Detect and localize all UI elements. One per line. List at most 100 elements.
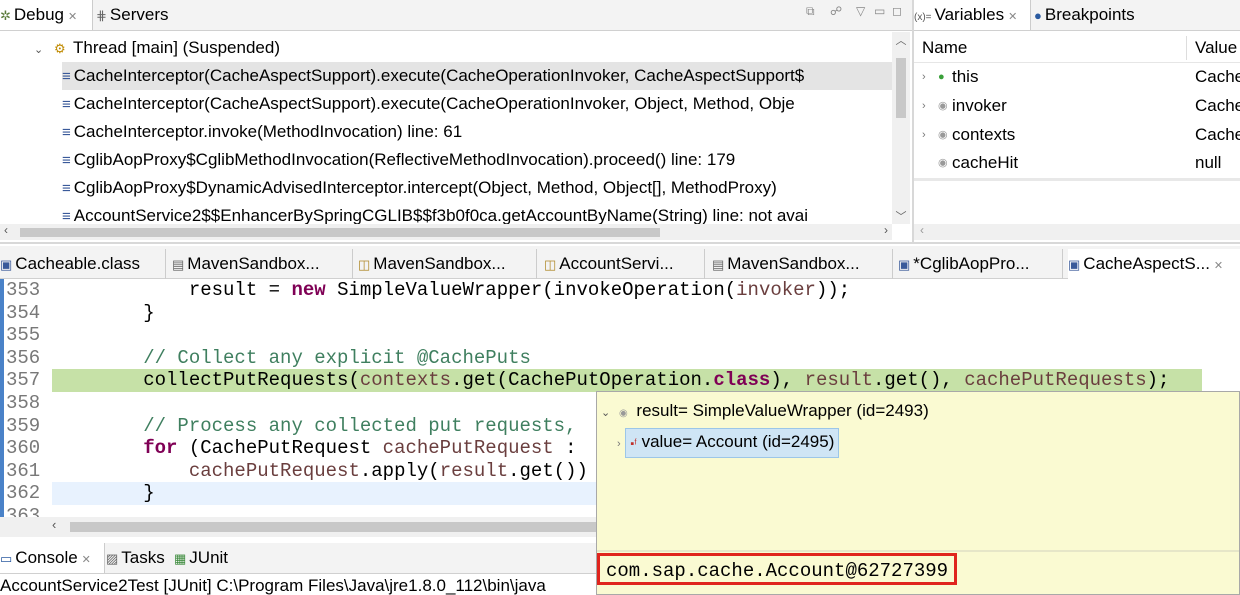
scroll-thumb[interactable] [896,58,906,118]
java-source-icon: ◫ [544,257,557,272]
frame-icon: ≡ [62,208,71,224]
servers-icon: ⋕ [96,8,107,23]
view-menu-icon[interactable]: ☍ [830,4,842,18]
editor-tab[interactable]: ◫ AccountServi... [544,249,705,279]
close-icon[interactable]: ✕ [68,11,77,23]
close-icon[interactable]: ✕ [1214,260,1223,272]
editor-tab[interactable]: ▤ MavenSandbox... [172,249,353,279]
variables-hscrollbar[interactable]: ‹ [914,223,1240,240]
scroll-left-icon[interactable]: ‹ [4,223,8,237]
tab-debug[interactable]: ✲ Debug ✕ [0,0,93,30]
editor-tab[interactable]: ▤ MavenSandbox... [712,249,893,279]
private-field-icon: ▪ᶠ [630,438,637,450]
editor-tab-active[interactable]: ▣ CacheAspectS... ✕ [1068,249,1240,279]
code-comment[interactable]: // Process any collected put requests, [52,415,576,438]
thread-node[interactable]: ⌄ ⚙ Thread [main] (Suspended) [34,35,280,61]
java-source-icon: ◫ [358,257,371,272]
line-number: 363 [6,505,41,517]
frame-icon: ≡ [62,124,71,141]
code-line-current[interactable]: collectPutRequests(contexts.get(CachePut… [52,369,1169,392]
popup-root-node[interactable]: ⌄ ◉ result= SimpleValueWrapper (id=2493) [601,398,929,424]
code-line[interactable]: result = new SimpleValueWrapper(invokeOp… [52,279,850,302]
class-file-icon: ▣ [1068,257,1081,272]
line-number: 356 [6,347,41,369]
maximize-icon[interactable]: ◻ [892,4,902,18]
popup-child-node[interactable]: › ▪ᶠ value= Account (id=2495) [617,428,840,458]
column-value-header[interactable]: Value [1195,34,1237,62]
line-number: 353 [6,279,41,301]
expand-chevron-icon[interactable]: › [922,92,926,120]
editor-top-border [0,242,1240,244]
thread-label: Thread [main] (Suspended) [73,38,280,57]
editor-hscrollbar[interactable]: ‹ [0,517,600,537]
code-line[interactable]: cachePutRequest.apply(result.get()) [52,460,588,483]
editor-tab[interactable]: ▣ Cacheable.class [0,249,166,279]
scroll-left-icon[interactable]: ‹ [52,517,56,532]
stack-frame[interactable]: ≡ CacheInterceptor.invoke(MethodInvocatio… [62,118,462,146]
stack-frame[interactable]: ≡ CacheInterceptor(CacheAspectSupport).ex… [62,62,894,90]
scroll-down-icon[interactable]: ﹀ [892,208,910,224]
scroll-left-icon[interactable]: ‹ [920,223,924,237]
popup-detail-value[interactable]: com.sap.cache.Account@62727399 [597,553,958,585]
debug-vscrollbar[interactable]: ︿ ﹀ [892,32,910,224]
variable-row[interactable]: ◉ cacheHit null [914,149,1240,177]
frame-icon: ≡ [62,180,71,197]
scroll-thumb[interactable] [70,522,598,532]
code-comment[interactable]: // Collect any explicit @CachePuts [52,347,531,370]
variable-row[interactable]: › ◉ contexts Cache [914,121,1240,149]
private-field-selected[interactable]: ▪ᶠ value= Account (id=2495) [625,428,840,458]
variables-icon: (x)= [914,12,932,23]
frame-icon: ≡ [62,68,71,85]
stack-frame[interactable]: ≡ CglibAopProxy$CglibMethodInvocation(Ref… [62,146,735,174]
view-toolbar: ⧉ ☍ ▽ ▭ ◻ [800,4,908,24]
debug-hscrollbar[interactable]: ‹ › [0,223,892,240]
stack-frame[interactable]: ≡ CglibAopProxy$DynamicAdvisedInterceptor… [62,174,894,202]
scroll-right-icon[interactable]: › [884,223,888,237]
scroll-up-icon[interactable]: ︿ [892,32,910,48]
variables-detail-pane[interactable] [914,178,1240,227]
minimize-icon[interactable]: ▭ [874,4,885,18]
line-number: 360 [6,437,41,459]
expand-chevron-icon[interactable]: › [922,63,926,91]
editor-tab[interactable]: ▣ *CglibAopPro... [898,249,1063,279]
code-line[interactable]: } [52,482,154,505]
expand-chevron-icon[interactable]: ⌄ [34,44,43,56]
stack-frame[interactable]: ≡ CacheInterceptor(CacheAspectSupport).ex… [62,90,894,118]
close-icon[interactable]: ✕ [1008,11,1017,23]
close-icon[interactable]: ✕ [82,554,91,566]
tab-breakpoints[interactable]: ● Breakpoints [1034,0,1160,30]
code-line[interactable]: for (CachePutRequest cachePutRequest : [52,437,576,460]
variable-row[interactable]: › ◉ invoker Cache [914,92,1240,120]
scroll-thumb[interactable] [20,228,660,237]
expand-chevron-icon[interactable]: › [922,121,926,149]
column-name-header[interactable]: Name [922,34,967,62]
stack-frame[interactable]: ≡ AccountService2$$EnhancerBySpringCGLIB$… [62,202,894,224]
tab-servers[interactable]: ⋕ Servers [96,0,178,30]
variable-row[interactable]: › ● this Cache [914,63,1240,91]
java-file-icon: ▤ [712,257,725,272]
frame-icon: ≡ [62,152,71,169]
dropdown-icon[interactable]: ▽ [856,4,865,18]
tab-variables[interactable]: (x)= Variables ✕ [914,0,1031,30]
expand-chevron-icon[interactable]: ⌄ [601,407,610,419]
public-field-icon: ● [938,71,945,83]
tab-junit[interactable]: ▦ JUnit [174,543,240,573]
expand-chevron-icon[interactable]: › [617,438,621,450]
column-divider[interactable] [1186,36,1187,60]
line-number: 354 [6,302,41,324]
thread-icon: ⚙ [53,41,66,56]
inspect-popup[interactable]: ⌄ ◉ result= SimpleValueWrapper (id=2493)… [596,391,1240,595]
frame-icon: ≡ [62,96,71,113]
local-variable-icon: ◉ [938,129,948,141]
tab-console[interactable]: ▭ Console ✕ [0,543,105,573]
variables-header: Name Value [914,34,1240,63]
popup-detail-divider[interactable] [597,550,1239,552]
editor-tab[interactable]: ◫ MavenSandbox... [358,249,537,279]
tab-tasks[interactable]: ▨ Tasks [106,543,172,573]
code-line[interactable]: } [52,302,154,325]
console-output[interactable]: AccountService2Test [JUnit] C:\Program F… [0,575,596,595]
remove-terminated-icon[interactable]: ⧉ [806,4,815,19]
line-number: 358 [6,392,41,414]
line-number: 355 [6,324,41,346]
tab-debug-label: Debug [13,5,65,24]
